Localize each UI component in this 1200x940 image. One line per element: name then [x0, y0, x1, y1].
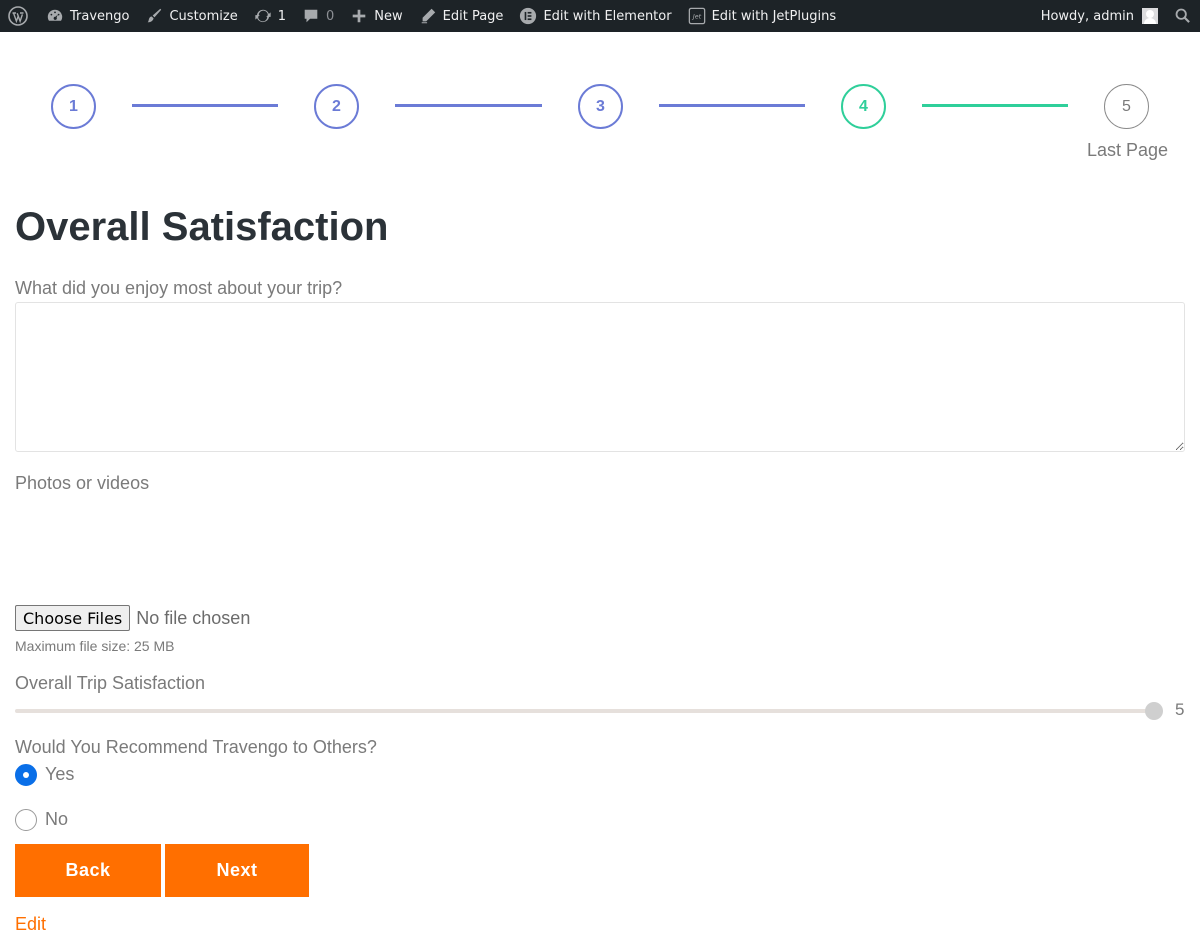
- new-content-link[interactable]: New: [342, 0, 410, 32]
- svg-text:Jet: Jet: [690, 13, 701, 21]
- file-upload: Choose Files No file chosen: [15, 605, 250, 631]
- site-name-label: Travengo: [70, 8, 130, 24]
- step-connector-2: [395, 104, 542, 107]
- enjoy-question-label: What did you enjoy most about your trip?: [15, 278, 343, 298]
- satisfaction-label: Overall Trip Satisfaction: [15, 673, 206, 693]
- updates-count: 1: [277, 8, 287, 24]
- plus-icon: [352, 9, 366, 23]
- step-4-circle: 4: [841, 84, 886, 129]
- back-button[interactable]: Back: [15, 844, 161, 897]
- comments-count: 0: [326, 8, 335, 24]
- choose-files-button[interactable]: Choose Files: [15, 605, 131, 631]
- search-icon: [1175, 8, 1190, 23]
- avatar: [1142, 8, 1158, 24]
- form-progress: 1 2 3 4 5 Last Page: [0, 84, 1200, 174]
- updates-icon: [255, 9, 271, 23]
- edit-page-link[interactable]: Edit Page: [411, 0, 512, 32]
- new-label: New: [374, 8, 403, 24]
- max-file-size-hint: Maximum file size: 25 MB: [15, 638, 175, 654]
- photos-label: Photos or videos: [15, 473, 150, 493]
- satisfaction-value: 5: [1175, 700, 1185, 719]
- edit-with-jetplugins-link[interactable]: Jet Edit with JetPlugins: [680, 0, 845, 32]
- step-5-circle: 5: [1104, 84, 1149, 129]
- customize-label: Customize: [169, 8, 238, 24]
- edit-elementor-label: Edit with Elementor: [543, 8, 672, 24]
- customize-link[interactable]: Customize: [137, 0, 245, 32]
- step-1-circle: 1: [51, 84, 96, 129]
- paintbrush-icon: [148, 8, 162, 23]
- elementor-icon: [520, 7, 537, 25]
- edit-link[interactable]: Edit: [15, 914, 46, 935]
- wordpress-icon: [8, 6, 28, 26]
- satisfaction-slider-thumb[interactable]: [1145, 702, 1163, 720]
- updates-link[interactable]: 1: [246, 0, 294, 32]
- dashboard-gauge-icon: [47, 9, 63, 21]
- step-2-circle: 2: [314, 84, 359, 129]
- recommend-yes-label[interactable]: Yes: [45, 764, 74, 785]
- recommend-yes-radio[interactable]: [15, 764, 37, 786]
- site-name-link[interactable]: Travengo: [38, 0, 137, 32]
- admin-bar: Travengo Customize 1 0 New Edit Page Edi…: [0, 0, 1200, 32]
- satisfaction-slider[interactable]: [15, 702, 1163, 720]
- jetplugins-icon: Jet: [688, 7, 705, 25]
- step-connector-1: [132, 104, 278, 107]
- edit-jetplugins-label: Edit with JetPlugins: [711, 8, 837, 24]
- recommend-no-radio[interactable]: [15, 809, 37, 831]
- howdy-label: Howdy, admin: [1040, 8, 1134, 24]
- admin-search-button[interactable]: [1166, 0, 1200, 32]
- step-5-label: Last Page: [1087, 140, 1169, 160]
- comments-link[interactable]: 0: [294, 0, 342, 32]
- my-account-link[interactable]: Howdy, admin: [1033, 0, 1166, 32]
- file-status: No file chosen: [136, 607, 251, 628]
- step-connector-4: [922, 104, 1068, 107]
- edit-with-elementor-link[interactable]: Edit with Elementor: [511, 0, 679, 32]
- wordpress-logo-button[interactable]: [0, 0, 38, 32]
- step-3-circle: 3: [578, 84, 623, 129]
- page-title: Overall Satisfaction: [15, 205, 389, 249]
- comment-bubble-icon: [304, 9, 318, 23]
- step-connector-3: [659, 104, 805, 107]
- next-button[interactable]: Next: [165, 844, 309, 897]
- enjoy-textarea[interactable]: [15, 302, 1185, 452]
- pencil-icon: [421, 8, 435, 24]
- recommend-no-label[interactable]: No: [45, 809, 68, 830]
- edit-page-label: Edit Page: [442, 8, 504, 24]
- recommend-question-label: Would You Recommend Travengo to Others?: [15, 737, 377, 757]
